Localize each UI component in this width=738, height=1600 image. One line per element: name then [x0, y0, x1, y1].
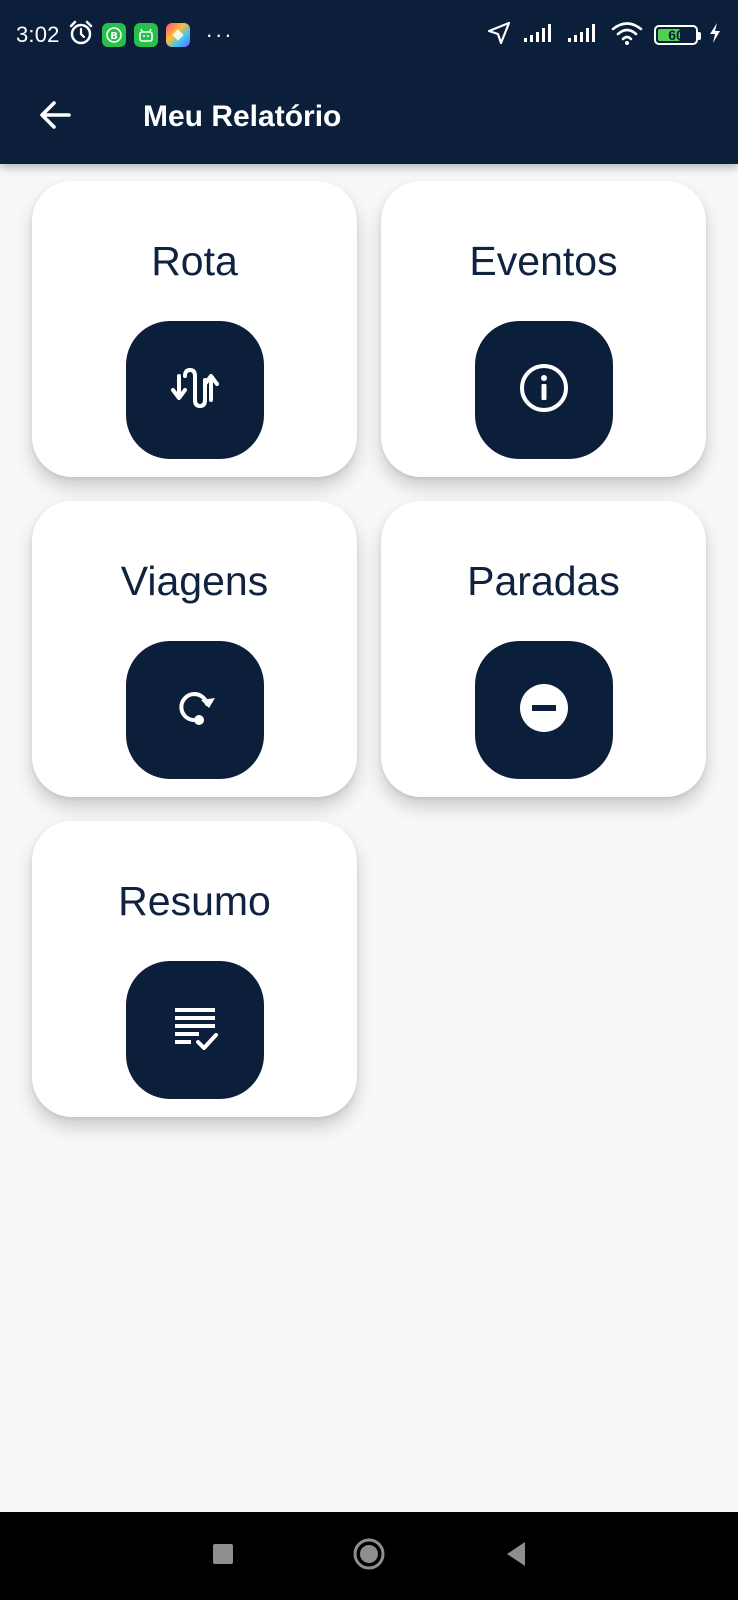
arrow-left-icon: [37, 97, 73, 138]
card-icon-box: [125, 321, 264, 459]
svg-text:B: B: [110, 31, 118, 42]
card-label: Paradas: [467, 558, 620, 604]
system-nav-bar: [0, 1512, 738, 1600]
recents-icon: [211, 1542, 235, 1571]
app-b-icon: B: [101, 23, 126, 47]
signal-icon: [566, 22, 600, 49]
charging-icon: [708, 22, 722, 49]
card-label: Rota: [151, 238, 238, 284]
summary-icon: [169, 1002, 221, 1059]
card-label: Eventos: [469, 238, 618, 284]
card-icon-box: [474, 641, 613, 779]
trip-icon: [169, 682, 221, 739]
back-button[interactable]: [25, 87, 85, 147]
card-icon-box: [474, 321, 613, 459]
home-button[interactable]: [339, 1526, 399, 1586]
info-icon: [518, 362, 570, 419]
recents-button[interactable]: [193, 1526, 253, 1586]
app-bar: Meu Relatório: [0, 70, 738, 164]
battery-icon: 60: [654, 25, 701, 45]
stop-icon: [518, 682, 570, 739]
status-bar: 3:02 B ··· 60: [0, 0, 738, 70]
back-icon: [503, 1540, 527, 1573]
card-icon-box: [125, 641, 264, 779]
card-label: Resumo: [118, 878, 271, 924]
alarm-icon: [68, 20, 94, 51]
status-left: 3:02 B ···: [16, 20, 234, 51]
card-rota[interactable]: Rota: [32, 181, 357, 477]
app-colorful-icon: [165, 23, 190, 47]
wifi-icon: [610, 20, 644, 51]
nav-back-button[interactable]: [485, 1526, 545, 1586]
home-icon: [352, 1537, 386, 1576]
card-eventos[interactable]: Eventos: [381, 181, 706, 477]
report-grid: Rota Eventos Viagens Paradas Resumo: [32, 181, 706, 1117]
card-icon-box: [125, 961, 264, 1099]
card-paradas[interactable]: Paradas: [381, 501, 706, 797]
battery-level: 60: [668, 27, 684, 43]
card-label: Viagens: [120, 558, 269, 604]
page-title: Meu Relatório: [143, 100, 342, 133]
status-right: 60: [486, 20, 722, 51]
app-android-icon: [133, 23, 158, 47]
signal-icon: [522, 22, 556, 49]
card-resumo[interactable]: Resumo: [32, 821, 357, 1117]
route-icon: [169, 362, 221, 419]
status-time: 3:02: [16, 22, 60, 47]
location-arrow-icon: [486, 20, 512, 51]
card-viagens[interactable]: Viagens: [32, 501, 357, 797]
overflow-dots: ···: [205, 22, 234, 47]
